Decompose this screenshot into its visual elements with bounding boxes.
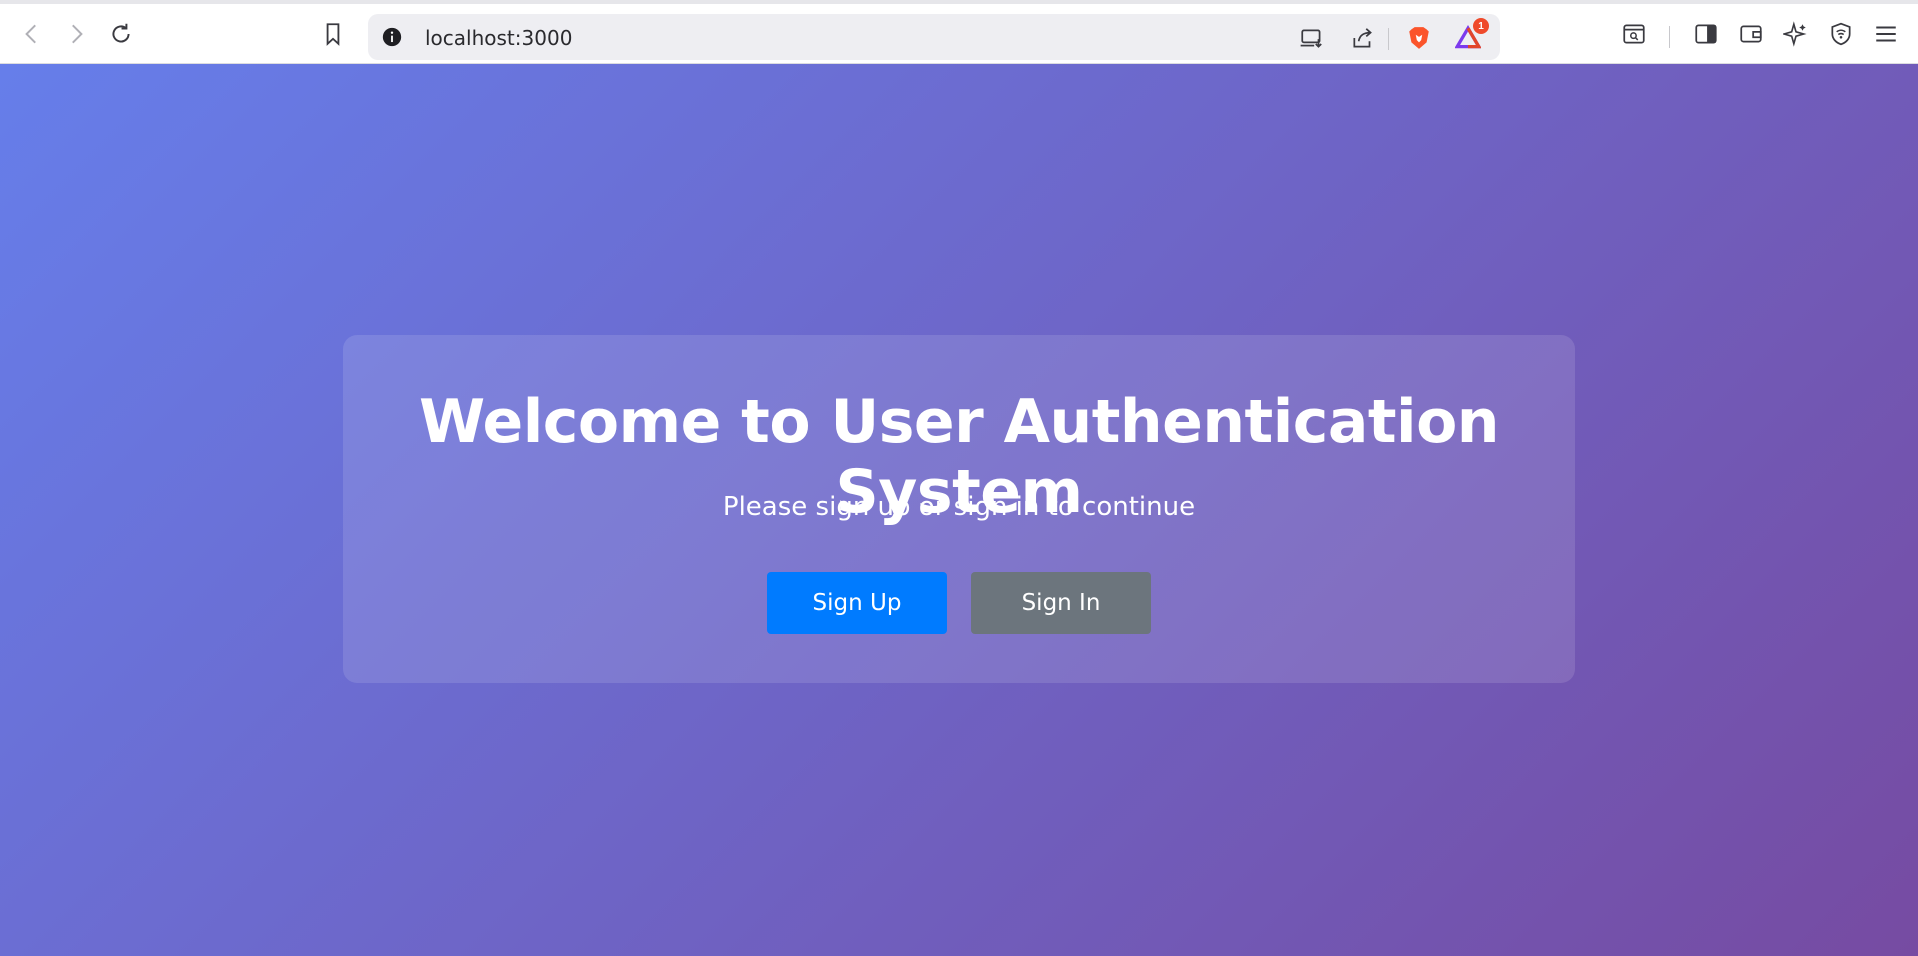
sidebar-button[interactable] xyxy=(1688,16,1724,52)
brave-shields-button[interactable] xyxy=(1404,23,1434,53)
tab-search-icon xyxy=(1623,24,1645,44)
vpn-button[interactable] xyxy=(1823,16,1859,52)
forward-icon xyxy=(72,24,83,44)
sign-in-button[interactable]: Sign In xyxy=(971,572,1151,634)
wallet-icon xyxy=(1740,25,1762,43)
reload-icon xyxy=(112,23,130,43)
back-icon xyxy=(25,24,36,44)
brave-shields-icon xyxy=(1409,27,1429,49)
share-button[interactable] xyxy=(1348,23,1378,53)
sign-up-button[interactable]: Sign Up xyxy=(767,572,947,634)
forward-button[interactable] xyxy=(58,16,94,52)
welcome-card: Welcome to User Authentication System Pl… xyxy=(343,335,1575,683)
sidebar-icon xyxy=(1695,24,1717,44)
bookmark-button[interactable] xyxy=(315,16,351,52)
install-app-button[interactable] xyxy=(1297,23,1327,53)
reload-button[interactable] xyxy=(103,16,139,52)
site-info-icon[interactable] xyxy=(380,25,404,49)
url-text[interactable]: localhost:3000 xyxy=(425,26,572,50)
leo-ai-icon xyxy=(1783,21,1807,47)
menu-icon xyxy=(1876,26,1896,42)
menu-button[interactable] xyxy=(1868,16,1904,52)
browser-toolbar: localhost:3000 1 xyxy=(0,0,1918,64)
bookmark-icon xyxy=(326,23,340,46)
vpn-icon xyxy=(1831,22,1851,46)
tab-search-button[interactable] xyxy=(1616,16,1652,52)
install-app-icon xyxy=(1300,29,1322,48)
page-subtitle: Please sign up or sign in to continue xyxy=(722,492,1196,522)
share-icon xyxy=(1353,28,1372,48)
leo-ai-button[interactable] xyxy=(1778,16,1814,52)
back-button[interactable] xyxy=(14,16,50,52)
rewards-badge: 1 xyxy=(1473,18,1489,34)
wallet-button[interactable] xyxy=(1733,16,1769,52)
address-bar[interactable]: localhost:3000 1 xyxy=(368,14,1500,60)
page-viewport: Welcome to User Authentication System Pl… xyxy=(0,64,1918,956)
